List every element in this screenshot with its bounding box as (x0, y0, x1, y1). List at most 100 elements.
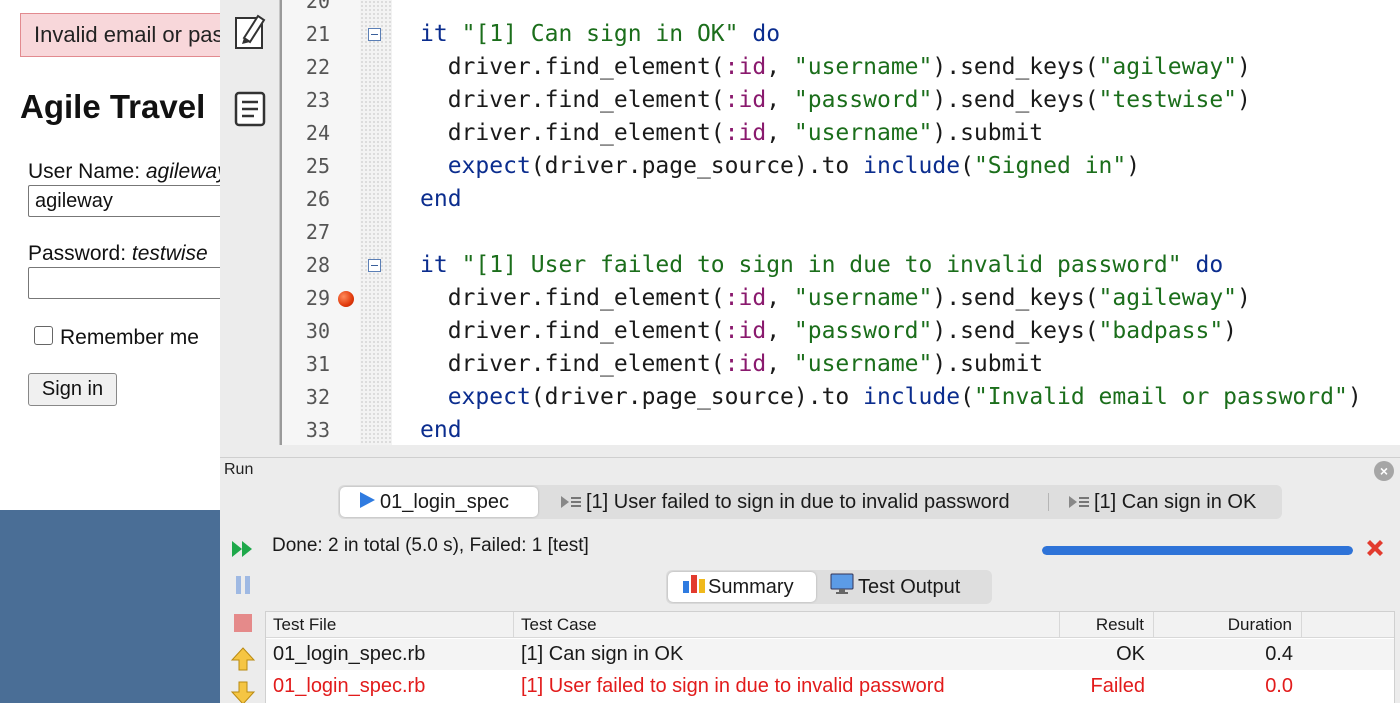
stop-x-icon[interactable] (1363, 536, 1387, 560)
code-token: , (766, 120, 794, 146)
code-token: it (420, 252, 448, 278)
code-token: end (420, 186, 462, 212)
sign-in-button[interactable]: Sign in (28, 373, 117, 406)
tab-separator (1048, 493, 1049, 511)
tab-test-output[interactable]: Test Output (816, 572, 960, 602)
code-text: expect(driver.page_source).to include("S… (420, 150, 1140, 183)
col-header-filler (1302, 612, 1394, 638)
test-case-icon (560, 488, 582, 518)
run-all-icon[interactable] (230, 536, 256, 562)
arrow-up-icon[interactable] (230, 646, 256, 672)
username-hint: agileway (145, 160, 220, 183)
code-line[interactable]: 31 driver.find_element(:id, "username").… (282, 348, 1400, 381)
line-number: 23 (305, 88, 330, 112)
code-token: include (863, 384, 961, 410)
code-line[interactable]: 20 (282, 0, 1400, 18)
cell-test-file: 01_login_spec.rb (273, 643, 426, 665)
code-token: "agileway" (1098, 285, 1238, 311)
tab-summary[interactable]: Summary (668, 572, 816, 602)
line-number: 25 (305, 154, 330, 178)
line-number: 21 (305, 22, 330, 46)
code-token: driver.find_element( (420, 87, 725, 113)
arrow-down-icon[interactable] (230, 680, 256, 703)
fold-toggle-icon[interactable] (368, 28, 381, 41)
code-line[interactable]: 28 it "[1] User failed to sign in due to … (282, 249, 1400, 282)
code-text: driver.find_element(:id, "username").sub… (420, 117, 1043, 150)
code-token: ).send_keys( (932, 285, 1099, 311)
tab-01-login-spec[interactable]: 01_login_spec (340, 487, 538, 517)
col-header-result[interactable]: Result (1060, 612, 1154, 638)
code-token: :id (724, 318, 767, 344)
code-token: driver.find_element( (420, 351, 725, 377)
code-line[interactable]: 23 driver.find_element(:id, "password").… (282, 84, 1400, 117)
code-token: "username" (793, 54, 933, 80)
stop-icon[interactable] (230, 610, 256, 636)
code-token: "testwise" (1098, 87, 1238, 113)
code-line[interactable]: 30 driver.find_element(:id, "password").… (282, 315, 1400, 348)
breakpoint-icon[interactable] (338, 291, 354, 307)
password-label-text: Password: (28, 242, 132, 265)
table-row[interactable]: 01_login_spec.rb [1] User failed to sign… (266, 671, 1394, 702)
code-token: ).send_keys( (932, 318, 1099, 344)
code-line[interactable]: 25 expect(driver.page_source).to include… (282, 150, 1400, 183)
code-token: ( (960, 384, 974, 410)
code-text: driver.find_element(:id, "password").sen… (420, 315, 1237, 348)
code-text: it "[1] Can sign in OK" do (420, 18, 780, 51)
code-line[interactable]: 32 expect(driver.page_source).to include… (282, 381, 1400, 414)
code-token: "agileway" (1098, 54, 1238, 80)
code-text: end (420, 414, 462, 445)
tab-ok-case[interactable]: [1] Can sign in OK (1062, 487, 1256, 517)
cell-test-case: [1] User failed to sign in due to invali… (521, 675, 945, 697)
code-token: expect (447, 153, 531, 179)
code-text: driver.find_element(:id, "password").sen… (420, 84, 1251, 117)
code-text: it "[1] User failed to sign in due to in… (420, 249, 1223, 282)
code-line[interactable]: 21 it "[1] Can sign in OK" do (282, 18, 1400, 51)
line-number: 28 (305, 253, 330, 277)
code-token: "badpass" (1098, 318, 1224, 344)
password-label: Password: testwise (28, 242, 208, 266)
table-row[interactable]: 01_login_spec.rb [1] Can sign in OK OK 0… (266, 639, 1394, 670)
code-token: :id (724, 87, 767, 113)
run-status-text: Done: 2 in total (5.0 s), Failed: 1 [tes… (272, 535, 589, 556)
username-input[interactable] (28, 185, 220, 217)
code-editor[interactable]: 20 21 it "[1] Can sign in OK" do 22 driver.… (280, 0, 1400, 445)
code-line[interactable]: 24 driver.find_element(:id, "username").… (282, 117, 1400, 150)
ide-window: 20 21 it "[1] Can sign in OK" do 22 driver.… (220, 0, 1400, 703)
line-number: 29 (305, 286, 330, 310)
col-header-duration[interactable]: Duration (1154, 612, 1302, 638)
code-line[interactable]: 22 driver.find_element(:id, "username").… (282, 51, 1400, 84)
code-line[interactable]: 29 driver.find_element(:id, "username").… (282, 282, 1400, 315)
close-icon[interactable]: × (1374, 461, 1394, 481)
code-token: include (863, 153, 961, 179)
result-view-tabs: Summary Test Output (666, 570, 992, 604)
code-line[interactable]: 33 end (282, 414, 1400, 445)
fold-toggle-icon[interactable] (368, 259, 381, 272)
code-token: "username" (793, 120, 933, 146)
col-header-test-file[interactable]: Test File (266, 612, 514, 638)
code-line[interactable]: 26 end (282, 183, 1400, 216)
recorder-icon[interactable] (230, 10, 270, 50)
code-token: driver.find_element( (420, 285, 725, 311)
remember-me-checkbox[interactable] (34, 326, 53, 345)
password-input[interactable] (28, 267, 220, 299)
code-token: ).send_keys( (932, 54, 1099, 80)
remember-me-label: Remember me (60, 326, 199, 349)
cell-test-case: [1] Can sign in OK (521, 643, 684, 665)
notes-icon[interactable] (230, 88, 270, 128)
col-header-test-case[interactable]: Test Case (514, 612, 1060, 638)
code-token: driver.find_element( (420, 120, 725, 146)
code-token: driver.find_element( (420, 54, 725, 80)
code-token: ) (1126, 153, 1141, 179)
run-toolbar (220, 528, 260, 703)
line-number: 24 (305, 121, 330, 145)
code-token: "username" (793, 285, 933, 311)
code-line[interactable]: 27 (282, 216, 1400, 249)
progress-bar (1042, 546, 1353, 555)
code-token: ) (1237, 54, 1251, 80)
pause-icon[interactable] (230, 572, 256, 598)
tab-failed-case[interactable]: [1] User failed to sign in due to invali… (554, 487, 1010, 517)
